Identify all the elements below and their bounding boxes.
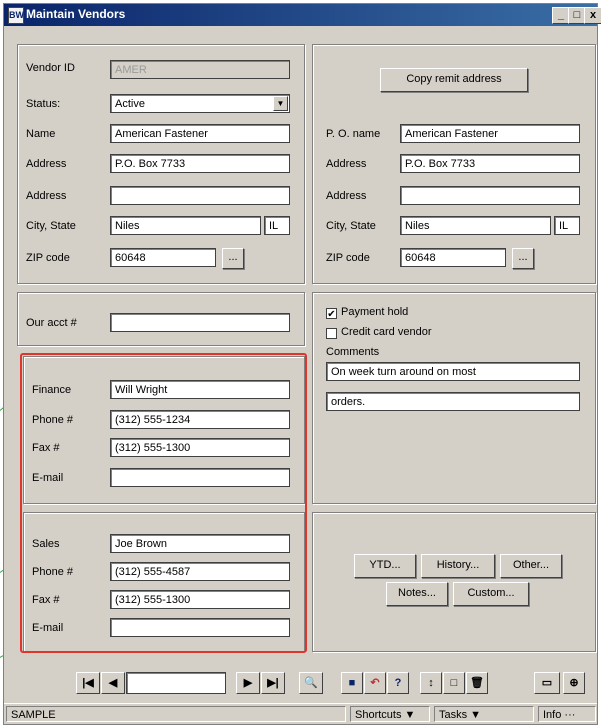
name-field[interactable]: American Fastener	[110, 124, 290, 143]
address2-field[interactable]	[110, 186, 290, 205]
address-label: Address	[26, 158, 67, 170]
address-field[interactable]: P.O. Box 7733	[110, 154, 290, 173]
remit-zip-lookup-button[interactable]: ...	[512, 248, 534, 269]
remit-city-field[interactable]: Niles	[400, 216, 551, 235]
name-label: Name	[26, 128, 56, 140]
vendor-id-label: Vendor ID	[26, 62, 75, 74]
credit-card-label: Credit card vendor	[341, 326, 432, 338]
delete-icon[interactable]: 🗑	[466, 672, 488, 694]
our-acct-label: Our acct #	[26, 317, 77, 329]
maintain-vendors-window: BW Maintain Vendors _ □ x Vendor ID AMER…	[3, 3, 601, 725]
po-name-label: P. O. name	[326, 128, 381, 140]
remit-state-field[interactable]: IL	[554, 216, 580, 235]
first-record-button[interactable]: |◀	[76, 672, 100, 694]
zip-field[interactable]: 60648	[110, 248, 216, 267]
status-label: Status:	[26, 98, 61, 110]
prev-record-button[interactable]: ◀	[101, 672, 125, 694]
remit-address-label: Address	[326, 158, 367, 170]
state-field[interactable]: IL	[264, 216, 290, 235]
new-record-icon[interactable]: □	[443, 672, 465, 694]
print-icon[interactable]: ▭	[534, 672, 560, 694]
city-state-label: City, State	[26, 220, 76, 232]
ytd-button[interactable]: YTD...	[354, 554, 416, 578]
notes-button[interactable]: Notes...	[386, 582, 448, 606]
record-field[interactable]	[126, 672, 226, 694]
remit-zip-field[interactable]: 60648	[400, 248, 506, 267]
address2-label: Address	[26, 190, 67, 202]
last-record-button[interactable]: ▶|	[261, 672, 285, 694]
custom-button[interactable]: Custom...	[453, 582, 529, 606]
contacts-highlight-box	[20, 353, 307, 653]
remit-city-state-label: City, State	[326, 220, 376, 232]
remit-address2-field[interactable]	[400, 186, 580, 205]
comment-line-1[interactable]: On week turn around on most	[326, 362, 580, 381]
po-name-field[interactable]: American Fastener	[400, 124, 580, 143]
attach-icon[interactable]: ⊕	[563, 672, 585, 694]
status-select[interactable]: Active ▼	[110, 94, 290, 113]
status-mode: SAMPLE	[6, 706, 346, 722]
app-icon: BW	[8, 7, 24, 24]
find-icon[interactable]: 🔍	[299, 672, 323, 694]
copy-remit-address-button[interactable]: Copy remit address	[380, 68, 528, 92]
city-field[interactable]: Niles	[110, 216, 261, 235]
title-bar: BW Maintain Vendors _ □ x	[4, 4, 601, 26]
info-menu[interactable]: Info ···	[538, 706, 596, 722]
our-acct-field[interactable]	[110, 313, 290, 332]
shortcuts-menu[interactable]: Shortcuts ▼	[350, 706, 430, 722]
undo-icon[interactable]: ↶	[364, 672, 386, 694]
window-title: Maintain Vendors	[26, 7, 126, 21]
history-button[interactable]: History...	[421, 554, 495, 578]
payment-hold-checkbox[interactable]: ✔	[326, 308, 337, 320]
zip-lookup-button[interactable]: ...	[222, 248, 244, 269]
sort-icon[interactable]: ↕	[420, 672, 442, 694]
status-value: Active	[115, 98, 145, 110]
chevron-down-icon[interactable]: ▼	[273, 96, 288, 111]
tasks-menu[interactable]: Tasks ▼	[434, 706, 534, 722]
remit-address-field[interactable]: P.O. Box 7733	[400, 154, 580, 173]
next-record-button[interactable]: ▶	[236, 672, 260, 694]
other-button[interactable]: Other...	[500, 554, 562, 578]
save-icon[interactable]: ■	[341, 672, 363, 694]
vendor-id-field: AMER	[110, 60, 290, 79]
remit-address2-label: Address	[326, 190, 367, 202]
zip-label: ZIP code	[26, 252, 70, 264]
remit-zip-label: ZIP code	[326, 252, 370, 264]
credit-card-checkbox[interactable]	[326, 328, 337, 339]
comments-label: Comments	[326, 346, 380, 358]
status-bar: SAMPLE Shortcuts ▼ Tasks ▼ Info ···	[4, 703, 597, 724]
payment-hold-label: Payment hold	[341, 306, 409, 318]
close-button[interactable]: x	[584, 7, 601, 24]
comment-line-2[interactable]: orders.	[326, 392, 580, 411]
help-icon[interactable]: ?	[387, 672, 409, 694]
